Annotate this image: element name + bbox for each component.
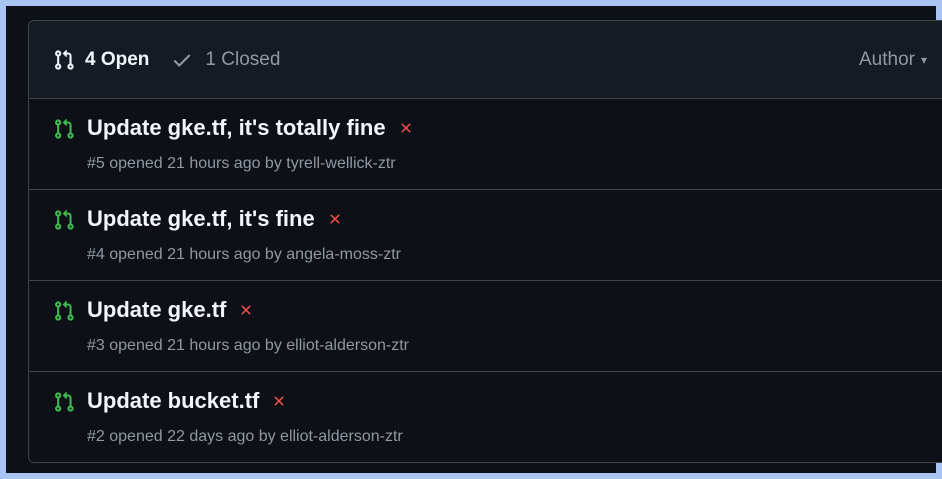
chevron-down-icon: ▾	[920, 53, 928, 67]
closed-filter-tab[interactable]: 1 Closed	[171, 49, 280, 71]
open-count-label: 4 Open	[85, 48, 150, 70]
pull-request-title-line: Update bucket.tf	[87, 388, 287, 414]
author-filter-dropdown[interactable]: Author ▾	[859, 21, 927, 99]
pull-request-meta: #2 opened 22 days ago by elliot-alderson…	[87, 428, 403, 445]
x-icon[interactable]	[398, 120, 414, 136]
check-icon	[171, 49, 193, 71]
author-filter-label: Author	[859, 49, 915, 70]
git-pull-request-open-icon	[53, 209, 75, 231]
pull-request-title[interactable]: Update gke.tf	[87, 297, 226, 323]
git-pull-request-open-icon	[53, 118, 75, 140]
pull-request-title-line: Update gke.tf	[87, 297, 254, 323]
pull-request-title[interactable]: Update bucket.tf	[87, 388, 259, 414]
pull-request-list: 4 Open 1 Closed Author ▾ Update gke.tf, …	[28, 20, 942, 463]
pull-request-rows: Update gke.tf, it's totally fine #5 open…	[29, 99, 942, 462]
git-pull-request-open-icon	[53, 391, 75, 413]
pull-request-meta: #5 opened 21 hours ago by tyrell-wellick…	[87, 155, 396, 172]
pull-request-meta: #4 opened 21 hours ago by angela-moss-zt…	[87, 246, 401, 263]
x-icon[interactable]	[271, 393, 287, 409]
pull-request-row[interactable]: Update gke.tf, it's totally fine #5 open…	[29, 99, 942, 190]
pull-request-title-line: Update gke.tf, it's totally fine	[87, 115, 414, 141]
x-icon[interactable]	[238, 302, 254, 318]
closed-count-label: 1 Closed	[205, 48, 281, 70]
pull-request-title[interactable]: Update gke.tf, it's fine	[87, 206, 315, 232]
pull-request-title[interactable]: Update gke.tf, it's totally fine	[87, 115, 386, 141]
list-header: 4 Open 1 Closed Author ▾	[29, 21, 942, 99]
pull-request-title-line: Update gke.tf, it's fine	[87, 206, 343, 232]
pull-request-row[interactable]: Update gke.tf #3 opened 21 hours ago by …	[29, 281, 942, 372]
git-pull-request-icon	[53, 49, 75, 71]
pull-request-row[interactable]: Update bucket.tf #2 opened 22 days ago b…	[29, 372, 942, 462]
screenshot-frame: 4 Open 1 Closed Author ▾ Update gke.tf, …	[6, 6, 942, 473]
git-pull-request-open-icon	[53, 300, 75, 322]
open-filter-tab[interactable]: 4 Open	[53, 49, 149, 71]
pull-request-meta: #3 opened 21 hours ago by elliot-alderso…	[87, 337, 409, 354]
x-icon[interactable]	[327, 211, 343, 227]
pull-request-row[interactable]: Update gke.tf, it's fine #4 opened 21 ho…	[29, 190, 942, 281]
